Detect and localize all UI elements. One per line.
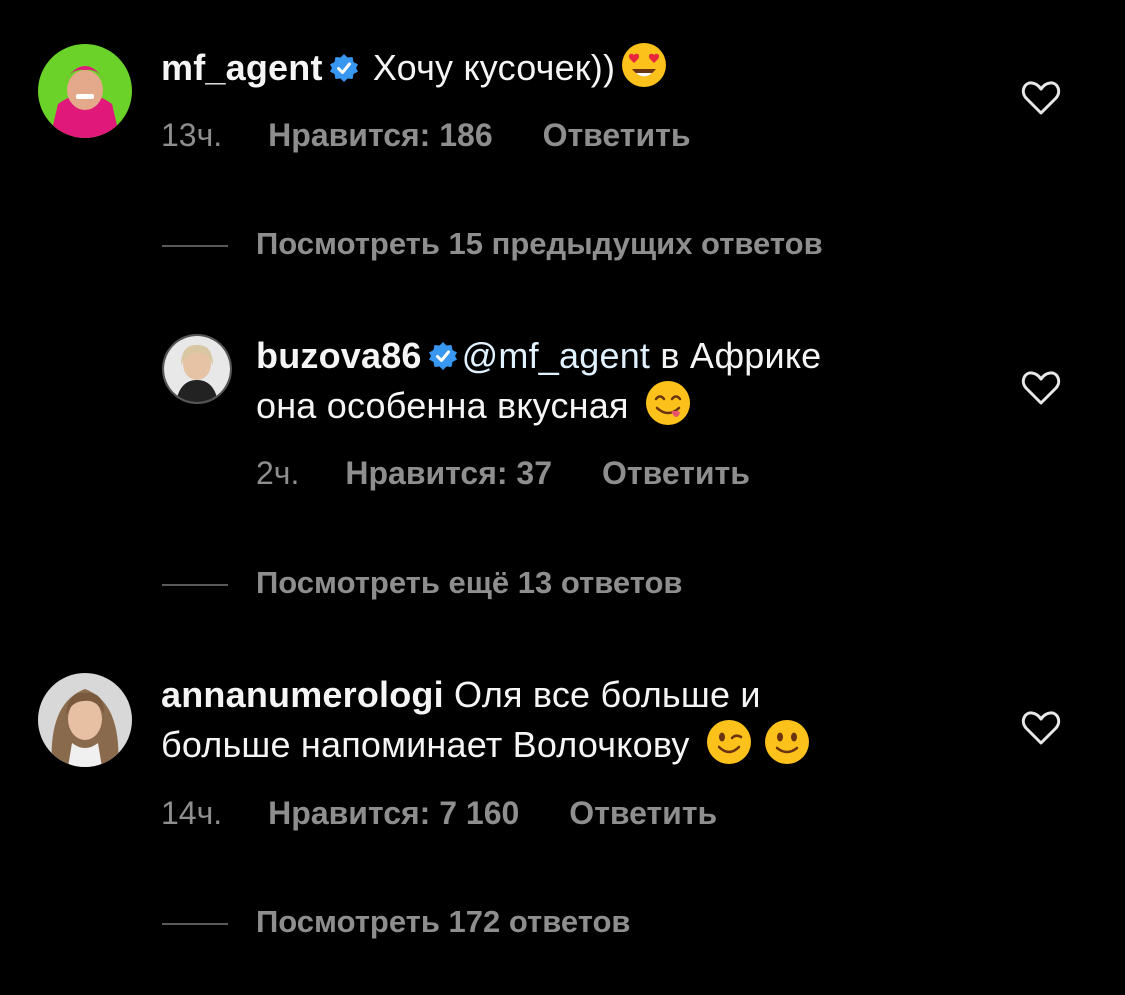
heart-eyes-emoji: [622, 43, 667, 87]
view-replies-label: Посмотреть 172 ответов: [256, 904, 631, 939]
comment-message-line1: Оля все больше и: [443, 674, 761, 715]
slight-smile-emoji: [764, 720, 809, 764]
timestamp: 13ч.: [161, 117, 223, 153]
reply-button[interactable]: Ответить: [543, 117, 691, 153]
comment-text: buzova86 @mf_agent в Африке она особенна…: [256, 332, 821, 430]
timestamp: 14ч.: [161, 795, 223, 831]
avatar[interactable]: [38, 673, 132, 767]
divider-line: [162, 583, 228, 586]
yum-emoji: [645, 381, 690, 425]
comment-meta: 2ч. Нравится: 37 Ответить: [256, 455, 750, 492]
like-heart-icon[interactable]: [1021, 370, 1061, 406]
comment-text: mf_agent Хочу кусочек)): [161, 42, 667, 92]
comment-message-line2: больше напоминает Волочкову: [161, 724, 690, 765]
comment-message-line2: она особенна вкусная: [256, 385, 629, 426]
username[interactable]: annanumerologi: [161, 674, 444, 715]
timestamp: 2ч.: [256, 455, 300, 491]
view-more-replies-button[interactable]: Посмотреть ещё 13 ответов: [162, 565, 682, 601]
comment-message-line1: в Африке: [650, 335, 822, 376]
divider-line: [162, 244, 228, 247]
verified-badge-icon: [428, 342, 457, 370]
avatar[interactable]: [162, 334, 232, 404]
view-previous-replies-button[interactable]: Посмотреть 15 предыдущих ответов: [162, 226, 823, 262]
verified-badge-icon: [329, 54, 358, 82]
wink-emoji: [706, 720, 751, 764]
divider-line: [162, 922, 228, 925]
comment-meta: 14ч. Нравится: 7 160 Ответить: [161, 795, 717, 832]
username[interactable]: mf_agent: [161, 47, 323, 88]
reply-button[interactable]: Ответить: [569, 795, 717, 831]
like-heart-icon[interactable]: [1021, 80, 1061, 116]
comment-text: annanumerologi Оля все больше и больше н…: [161, 671, 810, 769]
comment-message: Хочу кусочек)): [362, 47, 616, 88]
likes-count[interactable]: Нравится: 186: [268, 117, 492, 153]
view-replies-label: Посмотреть 15 предыдущих ответов: [256, 226, 823, 261]
view-replies-button[interactable]: Посмотреть 172 ответов: [162, 904, 630, 940]
view-replies-label: Посмотреть ещё 13 ответов: [256, 565, 683, 600]
likes-count[interactable]: Нравится: 7 160: [268, 795, 519, 831]
likes-count[interactable]: Нравится: 37: [345, 455, 552, 491]
reply-button[interactable]: Ответить: [602, 455, 750, 491]
mention-link[interactable]: @mf_agent: [462, 335, 650, 376]
avatar[interactable]: [38, 44, 132, 138]
username[interactable]: buzova86: [256, 335, 422, 376]
comment-meta: 13ч. Нравится: 186 Ответить: [161, 117, 690, 154]
like-heart-icon[interactable]: [1021, 710, 1061, 746]
